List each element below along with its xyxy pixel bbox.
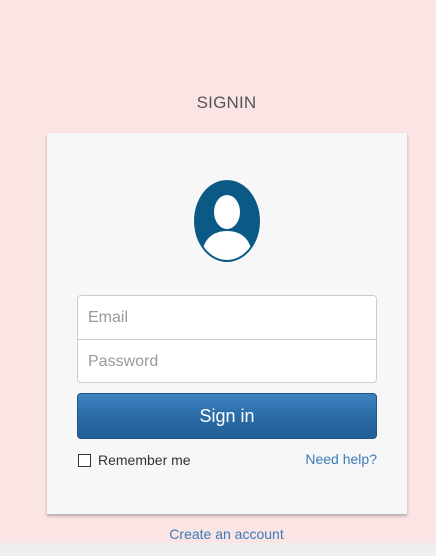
create-account-link[interactable]: Create an account bbox=[0, 526, 436, 542]
page-bottom-strip bbox=[0, 543, 436, 556]
password-field[interactable] bbox=[78, 340, 376, 382]
signin-card: Sign in Remember me Need help? bbox=[47, 133, 407, 514]
signin-button[interactable]: Sign in bbox=[77, 393, 377, 439]
remember-me-checkbox[interactable] bbox=[78, 453, 91, 467]
page-title: SIGNIN bbox=[196, 93, 257, 112]
user-avatar-icon bbox=[194, 180, 260, 262]
remember-me-label: Remember me bbox=[98, 452, 191, 468]
credentials-field-group bbox=[77, 295, 377, 383]
email-field[interactable] bbox=[78, 296, 376, 339]
remember-me-option[interactable]: Remember me bbox=[78, 451, 191, 469]
need-help-link[interactable]: Need help? bbox=[305, 451, 377, 467]
